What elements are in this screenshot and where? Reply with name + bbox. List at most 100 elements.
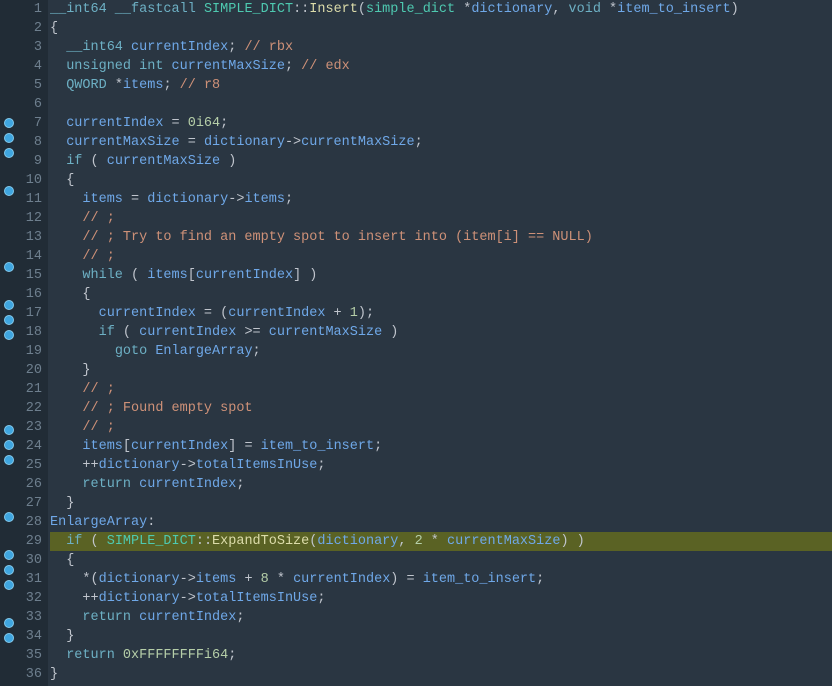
- breakpoint-slot[interactable]: [0, 0, 20, 19]
- line-number: 23: [20, 418, 42, 437]
- code-line[interactable]: [50, 95, 832, 114]
- code-line[interactable]: {: [50, 551, 832, 570]
- code-line[interactable]: ++dictionary->totalItemsInUse;: [50, 456, 832, 475]
- line-number: 20: [20, 361, 42, 380]
- token: items: [196, 572, 237, 587]
- token: currentIndex: [196, 268, 293, 283]
- code-line[interactable]: }: [50, 494, 832, 513]
- breakpoint-slot[interactable]: [0, 38, 20, 57]
- code-line[interactable]: }: [50, 627, 832, 646]
- token: dictionary: [99, 572, 180, 587]
- code-line[interactable]: unsigned int currentMaxSize; // edx: [50, 57, 832, 76]
- breakpoint-gutter[interactable]: [0, 0, 20, 686]
- token: item_to_insert: [617, 2, 730, 17]
- line-number: 31: [20, 570, 42, 589]
- code-line[interactable]: __int64 __fastcall SIMPLE_DICT::Insert(s…: [50, 0, 832, 19]
- breakpoint-slot[interactable]: [0, 402, 20, 421]
- token: *: [609, 2, 617, 17]
- code-line[interactable]: while ( items[currentIndex] ): [50, 266, 832, 285]
- code-line[interactable]: {: [50, 285, 832, 304]
- breakpoint-slot[interactable]: [0, 239, 20, 258]
- breakpoint-slot[interactable]: [0, 345, 20, 364]
- token: while: [82, 268, 123, 283]
- breakpoint-slot[interactable]: [0, 489, 20, 508]
- code-line[interactable]: return 0xFFFFFFFFi64;: [50, 646, 832, 665]
- code-line[interactable]: // ;: [50, 247, 832, 266]
- code-area[interactable]: __int64 __fastcall SIMPLE_DICT::Insert(s…: [48, 0, 832, 686]
- code-line[interactable]: // ;: [50, 418, 832, 437]
- breakpoint-slot[interactable]: [0, 201, 20, 220]
- breakpoint-marker[interactable]: [4, 315, 14, 325]
- code-line[interactable]: if ( currentIndex >= currentMaxSize ): [50, 323, 832, 342]
- breakpoint-slot[interactable]: [0, 76, 20, 95]
- code-line[interactable]: if ( currentMaxSize ): [50, 152, 832, 171]
- code-line[interactable]: return currentIndex;: [50, 475, 832, 494]
- breakpoint-slot[interactable]: [0, 383, 20, 402]
- breakpoint-slot[interactable]: [0, 163, 20, 182]
- token: );: [358, 306, 374, 321]
- code-line[interactable]: QWORD *items; // r8: [50, 76, 832, 95]
- code-line[interactable]: // ; Try to find an empty spot to insert…: [50, 228, 832, 247]
- code-line[interactable]: currentIndex = 0i64;: [50, 114, 832, 133]
- breakpoint-marker[interactable]: [4, 300, 14, 310]
- code-line[interactable]: items[currentIndex] = item_to_insert;: [50, 437, 832, 456]
- code-line[interactable]: ++dictionary->totalItemsInUse;: [50, 589, 832, 608]
- code-line[interactable]: *(dictionary->items + 8 * currentIndex) …: [50, 570, 832, 589]
- breakpoint-slot[interactable]: [0, 595, 20, 614]
- token: // ;: [82, 382, 114, 397]
- breakpoint-marker[interactable]: [4, 148, 14, 158]
- breakpoint-marker[interactable]: [4, 330, 14, 340]
- code-line[interactable]: return currentIndex;: [50, 608, 832, 627]
- breakpoint-marker[interactable]: [4, 118, 14, 128]
- breakpoint-marker[interactable]: [4, 425, 14, 435]
- breakpoint-marker[interactable]: [4, 262, 14, 272]
- breakpoint-marker[interactable]: [4, 133, 14, 143]
- code-line[interactable]: if ( SIMPLE_DICT::ExpandToSize(dictionar…: [50, 532, 832, 551]
- token: dictionary: [147, 192, 228, 207]
- code-line[interactable]: goto EnlargeArray;: [50, 342, 832, 361]
- code-line[interactable]: // ; Found empty spot: [50, 399, 832, 418]
- code-line[interactable]: }: [50, 665, 832, 684]
- code-line[interactable]: {: [50, 171, 832, 190]
- code-line[interactable]: currentMaxSize = dictionary->currentMaxS…: [50, 133, 832, 152]
- token: ] ): [293, 268, 317, 283]
- line-number: 12: [20, 209, 42, 228]
- token: item_to_insert: [423, 572, 536, 587]
- breakpoint-slot[interactable]: [0, 364, 20, 383]
- token: if: [66, 154, 82, 169]
- token: return: [82, 610, 139, 625]
- breakpoint-marker[interactable]: [4, 580, 14, 590]
- breakpoint-slot[interactable]: [0, 277, 20, 296]
- breakpoint-marker[interactable]: [4, 618, 14, 628]
- breakpoint-marker[interactable]: [4, 186, 14, 196]
- code-line[interactable]: currentIndex = (currentIndex + 1);: [50, 304, 832, 323]
- token: 8: [261, 572, 269, 587]
- breakpoint-slot[interactable]: [0, 470, 20, 489]
- token: // ;: [82, 211, 114, 226]
- breakpoint-marker[interactable]: [4, 633, 14, 643]
- code-line[interactable]: // ;: [50, 380, 832, 399]
- breakpoint-marker[interactable]: [4, 440, 14, 450]
- token: >=: [236, 325, 268, 340]
- code-line[interactable]: // ;: [50, 209, 832, 228]
- breakpoint-marker[interactable]: [4, 565, 14, 575]
- token: currentIndex: [139, 610, 236, 625]
- code-line[interactable]: {: [50, 19, 832, 38]
- code-line[interactable]: }: [50, 361, 832, 380]
- token: // ;: [82, 420, 114, 435]
- code-line[interactable]: __int64 currentIndex; // rbx: [50, 38, 832, 57]
- breakpoint-marker[interactable]: [4, 550, 14, 560]
- breakpoint-slot[interactable]: [0, 527, 20, 546]
- code-line[interactable]: EnlargeArray:: [50, 513, 832, 532]
- code-line[interactable]: items = dictionary->items;: [50, 190, 832, 209]
- breakpoint-marker[interactable]: [4, 455, 14, 465]
- line-number: 4: [20, 57, 42, 76]
- line-number: 7: [20, 114, 42, 133]
- breakpoint-slot[interactable]: [0, 220, 20, 239]
- breakpoint-marker[interactable]: [4, 512, 14, 522]
- breakpoint-slot[interactable]: [0, 95, 20, 114]
- token: {: [50, 21, 58, 36]
- breakpoint-slot[interactable]: [0, 19, 20, 38]
- token: ,: [552, 2, 568, 17]
- breakpoint-slot[interactable]: [0, 57, 20, 76]
